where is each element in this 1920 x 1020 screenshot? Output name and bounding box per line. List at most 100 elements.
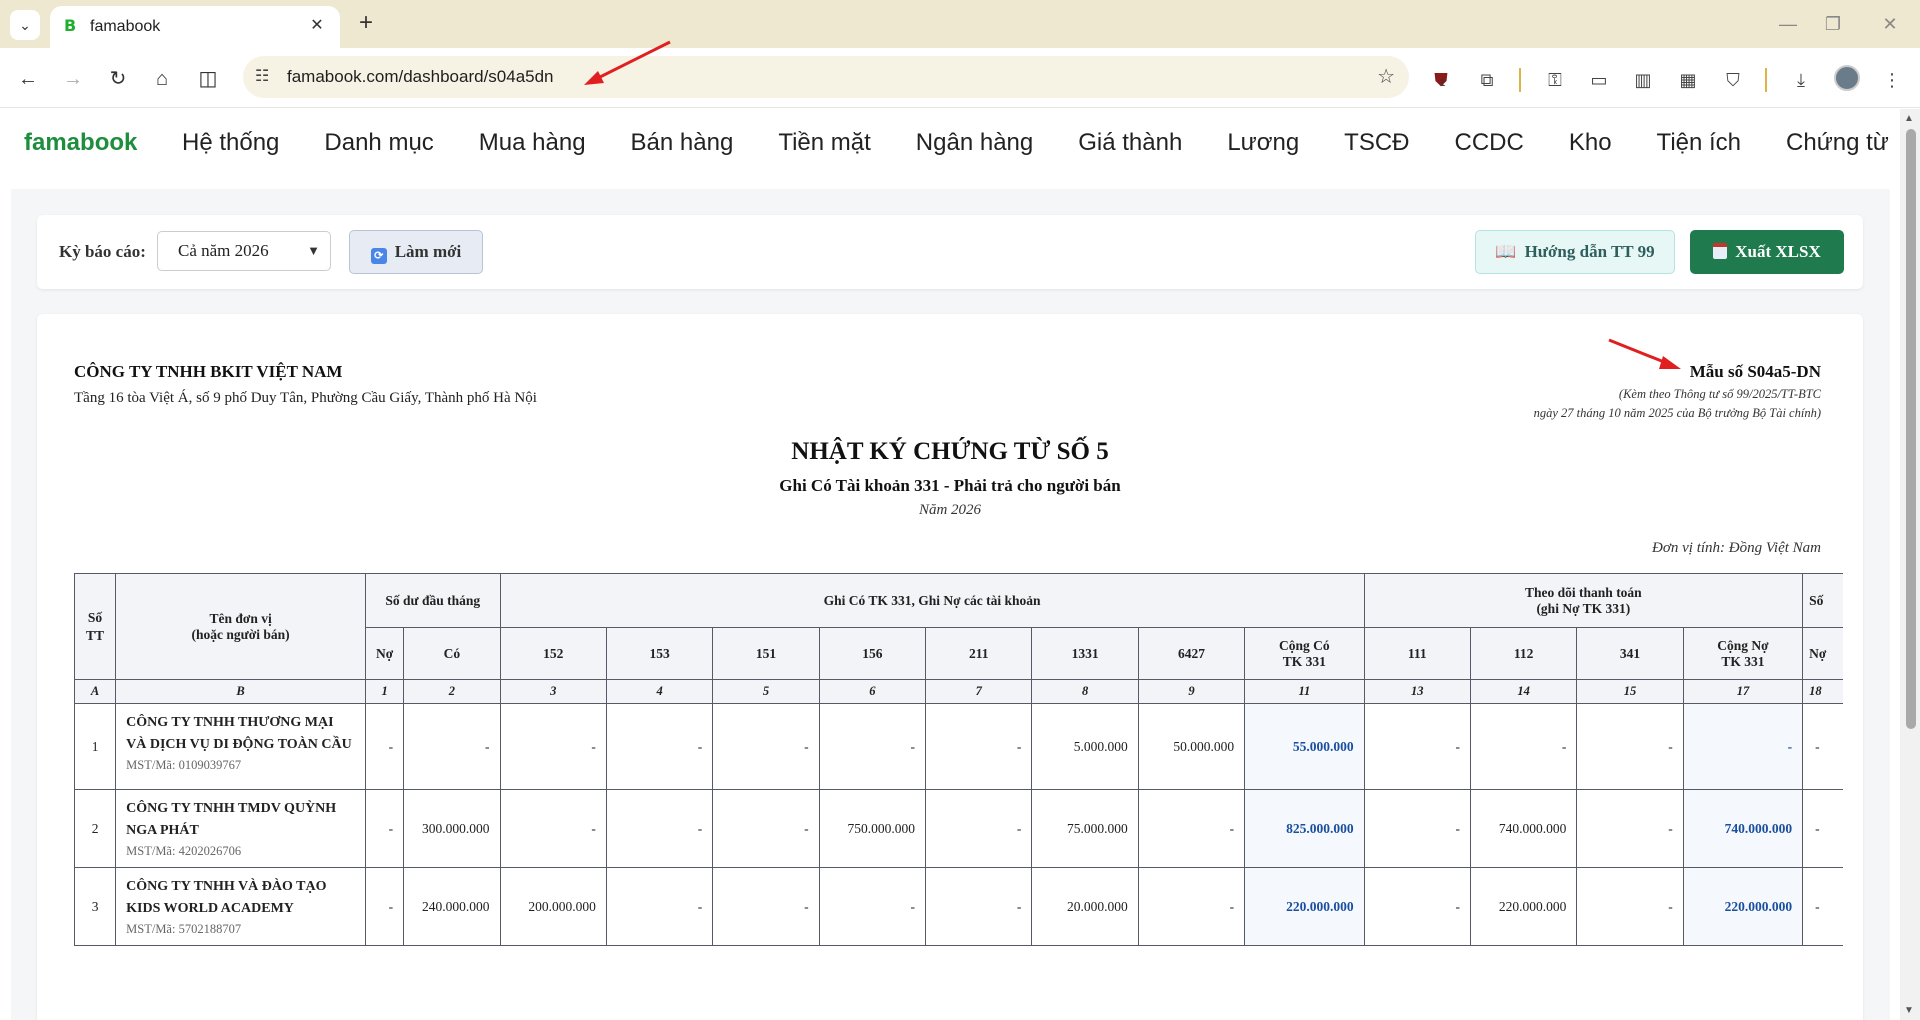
new-tab-plus-icon[interactable]: + [352,10,380,38]
incognito-icon[interactable]: ⛉ [1719,66,1747,94]
menu-item[interactable]: Kho [1569,129,1612,157]
extensions-puzzle-icon[interactable]: ⧉ [1473,66,1501,94]
header-pay-account: 341 [1576,627,1684,680]
payment-cell: - [1363,789,1471,868]
menu-item[interactable]: Giá thành [1078,129,1182,157]
amount-cell: - [365,703,405,790]
scroll-down-icon[interactable]: ▼ [1904,1005,1914,1016]
menu-item[interactable]: Tiền mặt [778,129,870,157]
header-closing-debit: Nợ [1802,627,1843,680]
company-address: Tầng 16 tòa Việt Á, số 9 phố Duy Tân, Ph… [74,390,537,406]
reload-icon[interactable]: ↻ [103,64,133,94]
header-account: 1331 [1031,627,1139,680]
refresh-label: Làm mới [394,242,462,261]
amount-cell: - [605,789,714,868]
menu-item[interactable]: CCDC [1455,129,1524,157]
password-key-icon[interactable]: ⚿ [1541,66,1569,94]
period-select[interactable]: Cả năm 2026 ▼ [157,231,331,271]
close-window-icon[interactable]: ✕ [1875,12,1905,36]
vendor-name: CÔNG TY TNHH THƯƠNG MẠI VÀ DỊCH VỤ DI ĐỘ… [126,715,352,752]
menu-item[interactable]: Hệ thống [182,129,279,157]
home-icon[interactable]: ⌂ [147,64,177,94]
header-total-credit: Cộng Có TK 331 [1244,627,1365,680]
browser-tab[interactable]: B famabook ✕ [50,6,340,48]
refresh-icon: ⟳ [370,248,387,264]
payment-cell: - [1363,703,1471,790]
tab-title: famabook [90,18,161,35]
header-pay-account: 111 [1363,627,1471,680]
address-bar[interactable]: ☷ famabook.com/dashboard/s04a5dn ☆ [243,56,1409,98]
amount-cell: - [365,789,405,868]
payment-cell: - [1576,703,1684,790]
menu-item[interactable]: Chứng từ [1786,129,1889,157]
profile-avatar[interactable] [1834,65,1860,91]
download-icon[interactable]: ⤓ [1787,66,1815,94]
total-credit-cell: 220.000.000 [1244,867,1365,946]
payment-cell: 220.000.000 [1469,867,1578,946]
index-cell: 7 [925,679,1033,704]
back-arrow-icon[interactable]: ← [13,64,43,94]
menu-item[interactable]: Danh mục [324,129,433,157]
forward-arrow-icon[interactable]: → [58,64,88,94]
header-account: 152 [499,627,607,680]
ledger-table: Số TT Tên đơn vị (hoặc người bán) Số dư đ… [74,573,1843,946]
browser-menu-kebab-icon[interactable]: ⋮ [1878,66,1906,94]
reading-list-icon[interactable]: ▥ [1629,66,1657,94]
header-payment-group: Theo dõi thanh toán (ghi Nợ TK 331) [1363,573,1804,628]
menu-item[interactable]: Tiện ích [1657,129,1741,157]
header-opening-credit: Có [403,627,501,680]
site-info-icon[interactable]: ☷ [255,66,269,86]
page-scrollbar[interactable]: ▲ ▼ [1900,109,1920,1020]
form-code: Mẫu số S04a5-DN [1689,362,1821,381]
total-debit-cell: - [1682,703,1804,790]
guide-button[interactable]: 📖 Hướng dẫn TT 99 [1475,230,1675,274]
restore-window-icon[interactable]: ❐ [1818,12,1848,36]
split-view-icon[interactable]: ◫ [193,64,223,94]
browser-tab-bar: ⌄ B famabook ✕ + — ❐ ✕ [0,0,1920,48]
index-cell: A [74,679,117,704]
tab-close-icon[interactable]: ✕ [306,15,328,37]
header-closing-balance: Số [1802,573,1843,628]
scroll-thumb[interactable] [1906,129,1916,729]
bookmark-star-icon[interactable]: ☆ [1377,64,1395,89]
menu-item[interactable]: Mua hàng [479,129,586,157]
table-row[interactable]: 3 CÔNG TY TNHH VÀ ĐÀO TẠO KIDS WORLD ACAD… [74,867,1843,946]
payment-card-icon[interactable]: ▭ [1585,66,1613,94]
tab-search-chevron-icon[interactable]: ⌄ [10,10,40,40]
menu-item[interactable]: Lương [1227,129,1299,157]
vendor-tax-code: MST/Mã: 0109039767 [126,758,242,772]
amount-cell: - [925,867,1033,946]
minimize-window-icon[interactable]: — [1773,12,1803,36]
amount-cell: - [712,867,820,946]
amount-cell: 200.000.000 [499,867,607,946]
ledger-table-scroll[interactable]: Số TT Tên đơn vị (hoặc người bán) Số dư đ… [74,573,1843,1020]
report-card: CÔNG TY TNHH BKIT VIỆT NAM Tầng 16 tòa V… [37,314,1863,1020]
total-credit-cell: 55.000.000 [1244,703,1365,790]
table-row[interactable]: 1 CÔNG TY TNHH THƯƠNG MẠI VÀ DỊCH VỤ DI Đ… [74,703,1843,790]
header-account: 6427 [1137,627,1246,680]
period-label: Kỳ báo cáo: [59,242,146,261]
amount-cell: - [818,703,927,790]
table-row[interactable]: 2 CÔNG TY TNHH TMDV QUỲNH NGA PHÁT MST/Mã:… [74,789,1843,868]
closing-debit-cell: - [1802,789,1843,868]
index-cell: 11 [1244,679,1365,704]
main-menu: Hệ thống Danh mục Mua hàng Bán hàng Tiền mặt… [182,129,1900,157]
menu-item[interactable]: Bán hàng [631,129,734,157]
index-cell: 4 [605,679,714,704]
amount-cell: 5.000.000 [1031,703,1139,790]
menu-item[interactable]: Ngân hàng [916,129,1033,157]
tab-favicon-icon: B [64,16,77,35]
menu-item[interactable]: TSCĐ [1344,129,1409,157]
header-pay-account: 112 [1469,627,1578,680]
amount-cell: - [712,703,820,790]
brand-logo[interactable]: famabook [24,129,137,157]
export-xlsx-button[interactable]: Xuất XLSX [1690,230,1844,274]
chevron-down-icon: ▼ [307,243,320,258]
toolbar-divider [1765,68,1767,92]
amount-cell: - [1137,789,1246,868]
refresh-button[interactable]: ⟳ Làm mới [349,230,483,274]
scroll-up-icon[interactable]: ▲ [1904,113,1914,124]
tab-groups-icon[interactable]: ▦ [1674,66,1702,94]
address-url[interactable]: famabook.com/dashboard/s04a5dn [287,67,554,87]
export-label: Xuất XLSX [1735,242,1821,261]
